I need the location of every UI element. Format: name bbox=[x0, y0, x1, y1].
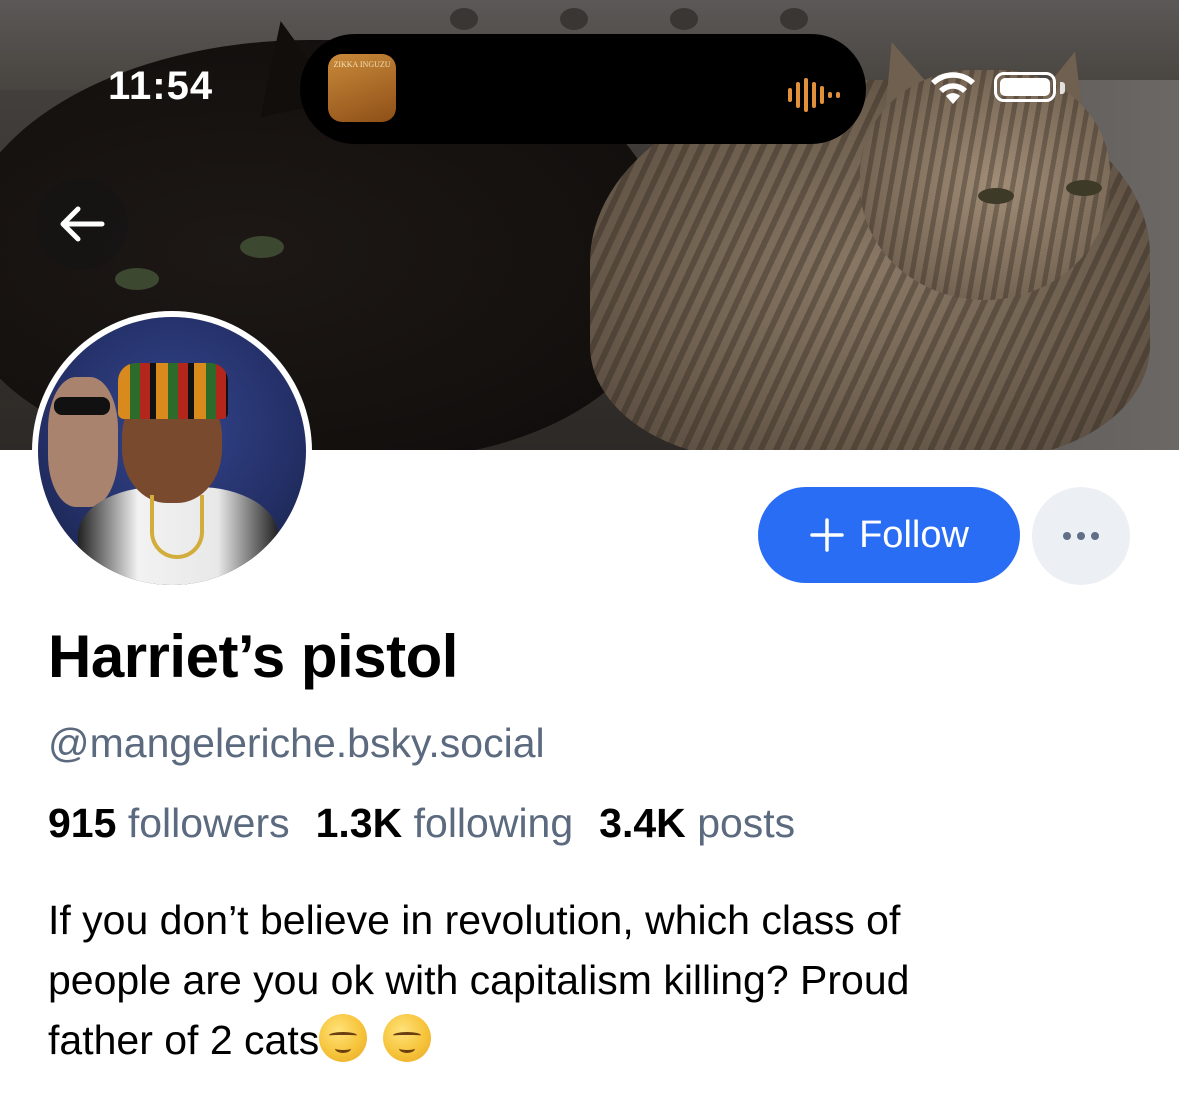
profile-avatar[interactable] bbox=[32, 311, 312, 591]
ellipsis-icon bbox=[1063, 532, 1071, 540]
audio-waveform-icon bbox=[788, 78, 840, 112]
bio-line-last: father of 2 cats bbox=[48, 1010, 1128, 1070]
bio-line: father of 2 cats bbox=[48, 1017, 320, 1063]
profile-handle[interactable]: @mangeleriche.bsky.social bbox=[48, 720, 545, 767]
posts-stat: 3.4K posts bbox=[599, 800, 795, 846]
status-time: 11:54 bbox=[108, 64, 214, 108]
followers-label: followers bbox=[127, 800, 290, 846]
avatar-chain bbox=[150, 495, 204, 559]
followers-count: 915 bbox=[48, 800, 117, 846]
posts-count: 3.4K bbox=[599, 800, 686, 846]
tabby-cat-eye bbox=[1066, 180, 1102, 196]
ellipsis-icon bbox=[1077, 532, 1085, 540]
battery-tip bbox=[1060, 82, 1065, 94]
banner-tuft bbox=[780, 8, 808, 30]
banner-tuft bbox=[560, 8, 588, 30]
avatar-hat bbox=[118, 363, 228, 419]
bio-line: If you don’t believe in revolution, whic… bbox=[48, 897, 901, 943]
more-options-button[interactable] bbox=[1032, 487, 1130, 585]
relieved-face-emoji-icon bbox=[383, 1014, 432, 1062]
back-button[interactable] bbox=[36, 178, 128, 270]
following-count: 1.3K bbox=[315, 800, 403, 846]
bio-line: people are you ok with capitalism killin… bbox=[48, 957, 910, 1003]
dynamic-island[interactable]: ZIKKA INGUZU bbox=[300, 34, 866, 144]
avatar-image bbox=[38, 317, 306, 585]
black-cat-eye bbox=[115, 268, 159, 290]
profile-bio: If you don’t believe in revolution, whic… bbox=[48, 890, 1128, 1070]
banner-tuft bbox=[670, 8, 698, 30]
profile-stats: 915 followers 1.3K following 3.4K posts bbox=[48, 800, 795, 847]
relieved-face-emoji-icon bbox=[319, 1014, 368, 1062]
tabby-cat-eye bbox=[978, 188, 1014, 204]
album-title: ZIKKA INGUZU bbox=[333, 60, 391, 69]
followers-stat[interactable]: 915 followers bbox=[48, 800, 290, 846]
battery-icon bbox=[994, 72, 1056, 102]
banner-tuft bbox=[450, 8, 478, 30]
now-playing-artwork[interactable]: ZIKKA INGUZU bbox=[328, 54, 396, 122]
display-name: Harriet’s pistol bbox=[48, 623, 458, 690]
posts-label: posts bbox=[697, 800, 796, 846]
follow-button-label: Follow bbox=[859, 513, 969, 556]
arrow-left-icon bbox=[60, 206, 105, 242]
ellipsis-icon bbox=[1091, 532, 1099, 540]
following-label: following bbox=[413, 800, 574, 846]
black-cat-eye bbox=[240, 236, 284, 258]
plus-icon bbox=[810, 518, 844, 552]
following-stat[interactable]: 1.3K following bbox=[316, 800, 574, 846]
wifi-icon bbox=[931, 72, 975, 104]
avatar-sunglasses bbox=[54, 397, 110, 415]
follow-button[interactable]: Follow bbox=[758, 487, 1020, 583]
battery-level bbox=[1000, 78, 1050, 96]
